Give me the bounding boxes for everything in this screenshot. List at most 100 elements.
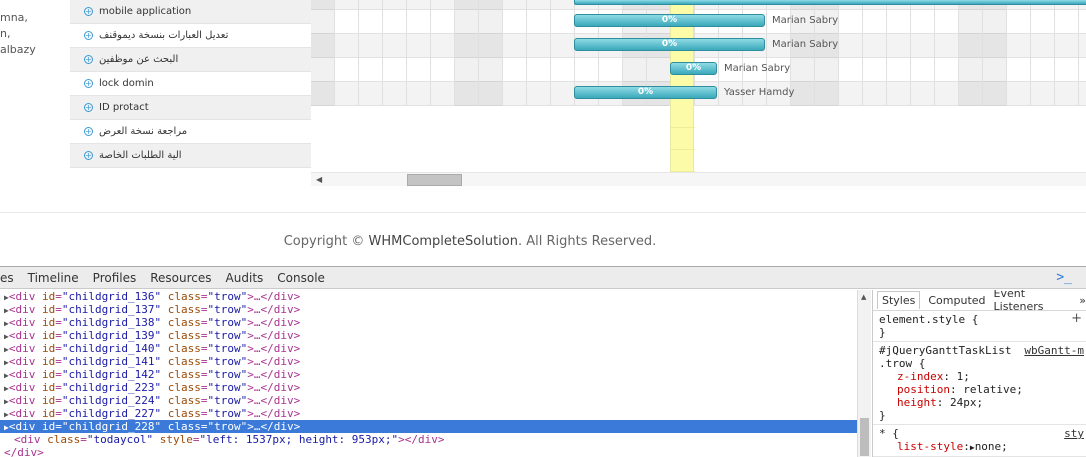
expand-plus-icon[interactable]: + xyxy=(84,151,93,160)
tab-elements[interactable]: es xyxy=(0,271,21,285)
tab-computed[interactable]: Computed xyxy=(928,294,985,307)
tab-profiles[interactable]: Profiles xyxy=(86,271,144,285)
dom-node-line[interactable]: <div class="todaycol" style="left: 1537p… xyxy=(0,433,857,446)
attr-name: id xyxy=(41,316,56,329)
expand-plus-icon[interactable]: + xyxy=(84,31,93,40)
clipped-name: albazy xyxy=(0,43,36,56)
gantt-horizontal-scrollbar[interactable]: ◀ xyxy=(311,172,1086,186)
dom-tree: ▶<div id="childgrid_136" class="trow">…<… xyxy=(0,290,857,457)
rule-close: } xyxy=(879,409,886,422)
task-row[interactable]: + ID protact xyxy=(70,96,311,120)
gantt-bar[interactable]: 0% xyxy=(574,38,765,51)
devtools-toolbar: es Timeline Profiles Resources Audits Co… xyxy=(0,267,1086,289)
gantt-chart-area: 0% Marian Sabry 0% Marian Sabry 0% Maria… xyxy=(311,0,1086,172)
attr-name: id xyxy=(41,355,56,368)
task-row[interactable]: + mobile application xyxy=(70,0,311,24)
gantt-column-line xyxy=(958,0,959,106)
expand-plus-icon[interactable]: + xyxy=(84,79,93,88)
more-tabs-icon[interactable]: » xyxy=(1079,294,1086,307)
css-rule[interactable]: #jQueryGanttTaskList wbGantt-m .trow { z… xyxy=(873,342,1086,425)
element-style-rule[interactable]: element.style { } + xyxy=(873,311,1086,342)
task-row[interactable]: + lock domin xyxy=(70,72,311,96)
attr-value: "trow" xyxy=(207,420,248,433)
attr-name: class xyxy=(167,420,201,433)
dom-node-line[interactable]: ▶<div id="childgrid_136" class="trow">…<… xyxy=(0,290,857,303)
gantt-column-line xyxy=(550,0,551,106)
styles-tabs: Styles Computed Event Listeners » xyxy=(873,290,1086,313)
expand-triangle-icon: ▶ xyxy=(4,384,9,393)
dom-node-line[interactable]: ▶<div id="childgrid_223" class="trow">…<… xyxy=(0,381,857,394)
rule-selector: * { xyxy=(879,427,899,440)
gantt-bar[interactable]: 0% xyxy=(574,86,717,99)
footer-divider xyxy=(0,212,1086,213)
task-row[interactable]: + تعديل العبارات بنسخة ديموقنف xyxy=(70,24,311,48)
tab-timeline[interactable]: Timeline xyxy=(21,271,86,285)
gantt-bar[interactable]: 0% xyxy=(670,62,717,75)
task-row[interactable]: + الية الطلبات الخاصة xyxy=(70,144,311,168)
expand-plus-icon[interactable]: + xyxy=(84,127,93,136)
task-name: تعديل العبارات بنسخة ديموقنف xyxy=(99,30,229,41)
css-property[interactable]: list-style:▶none; xyxy=(879,440,1080,454)
expand-triangle-icon: ▶ xyxy=(4,423,9,432)
gantt-column-line xyxy=(382,0,383,106)
css-property[interactable]: height: 24px; xyxy=(879,396,1080,409)
rule-selector: .trow { xyxy=(879,357,926,370)
scroll-left-icon[interactable]: ◀ xyxy=(316,175,322,184)
dom-node-line[interactable]: ▶<div id="childgrid_228" class="trow">…<… xyxy=(0,420,857,433)
dom-node-line[interactable]: ▶<div id="childgrid_139" class="trow">…<… xyxy=(0,329,857,342)
attr-value: "trow" xyxy=(207,329,248,342)
gantt-column-line xyxy=(526,0,527,106)
gantt-column-line xyxy=(334,0,335,106)
gantt-bar[interactable]: 0% xyxy=(574,14,765,27)
attr-value: "left: 1537px; height: 953px;" xyxy=(199,433,399,446)
tab-audits[interactable]: Audits xyxy=(219,271,271,285)
tab-resources[interactable]: Resources xyxy=(143,271,218,285)
scrollbar-thumb[interactable] xyxy=(407,174,462,186)
dom-node-line[interactable]: ▶<div id="childgrid_142" class="trow">…<… xyxy=(0,368,857,381)
weekend-column xyxy=(311,0,335,106)
tab-console[interactable]: Console xyxy=(270,271,332,285)
rule-source-link[interactable]: sty xyxy=(1064,427,1084,440)
expand-plus-icon[interactable]: + xyxy=(84,103,93,112)
attr-name: id xyxy=(41,407,56,420)
copyright-prefix: Copyright © xyxy=(283,234,369,249)
attr-name: class xyxy=(167,290,201,303)
task-row[interactable]: + مراجعة نسخة العرض xyxy=(70,120,311,144)
css-property[interactable]: z-index: 1; xyxy=(879,370,1080,383)
app-window: mna, n, albazy + mobile application + تعدي… xyxy=(0,0,1086,457)
scrollbar-thumb[interactable] xyxy=(860,418,869,456)
attr-value: "trow" xyxy=(207,407,248,420)
expand-plus-icon[interactable]: + xyxy=(84,7,93,16)
attr-name: id xyxy=(41,290,56,303)
dom-node-line[interactable]: ▶<div id="childgrid_141" class="trow">…<… xyxy=(0,355,857,368)
attr-name: class xyxy=(167,381,201,394)
gantt-column-line xyxy=(502,0,503,106)
dom-node-line[interactable]: ▶<div id="childgrid_137" class="trow">…<… xyxy=(0,303,857,316)
scroll-up-icon[interactable]: ▲ xyxy=(861,293,866,301)
task-row[interactable]: + البحث عن موظفين xyxy=(70,48,311,72)
attr-name: id xyxy=(41,303,56,316)
expand-plus-icon[interactable]: + xyxy=(84,55,93,64)
tab-styles[interactable]: Styles xyxy=(877,291,921,309)
css-rule[interactable]: * { sty list-style:▶none; xyxy=(873,425,1086,457)
gantt-column-line xyxy=(1078,0,1079,106)
dom-tree-scrollbar[interactable]: ▲ xyxy=(857,290,871,457)
gantt-bar-partial[interactable] xyxy=(574,0,1086,5)
attr-value: "childgrid_227" xyxy=(61,407,162,420)
dom-node-line[interactable]: ▶<div id="childgrid_140" class="trow">…<… xyxy=(0,342,857,355)
dom-node-line[interactable]: ▶<div id="childgrid_224" class="trow">…<… xyxy=(0,394,857,407)
tab-event-listeners[interactable]: Event Listeners xyxy=(994,290,1072,313)
rule-source-link[interactable]: wbGantt-m xyxy=(1024,344,1084,357)
css-property[interactable]: position: relative; xyxy=(879,383,1080,396)
gantt-column-line xyxy=(1054,0,1055,106)
dom-closing-tag[interactable]: </div> xyxy=(0,446,857,457)
bar-owner: Marian Sabry xyxy=(772,15,839,26)
gantt-column-line xyxy=(1030,0,1031,106)
terminal-icon[interactable]: >_ xyxy=(1056,270,1072,285)
dom-node-line[interactable]: ▶<div id="childgrid_227" class="trow">…<… xyxy=(0,407,857,420)
dom-node-line[interactable]: ▶<div id="childgrid_138" class="trow">…<… xyxy=(0,316,857,329)
gantt-column-line xyxy=(934,0,935,106)
expand-triangle-icon: ▶ xyxy=(4,410,9,419)
add-rule-icon[interactable]: + xyxy=(1071,312,1082,325)
gantt-column-line xyxy=(430,0,431,106)
